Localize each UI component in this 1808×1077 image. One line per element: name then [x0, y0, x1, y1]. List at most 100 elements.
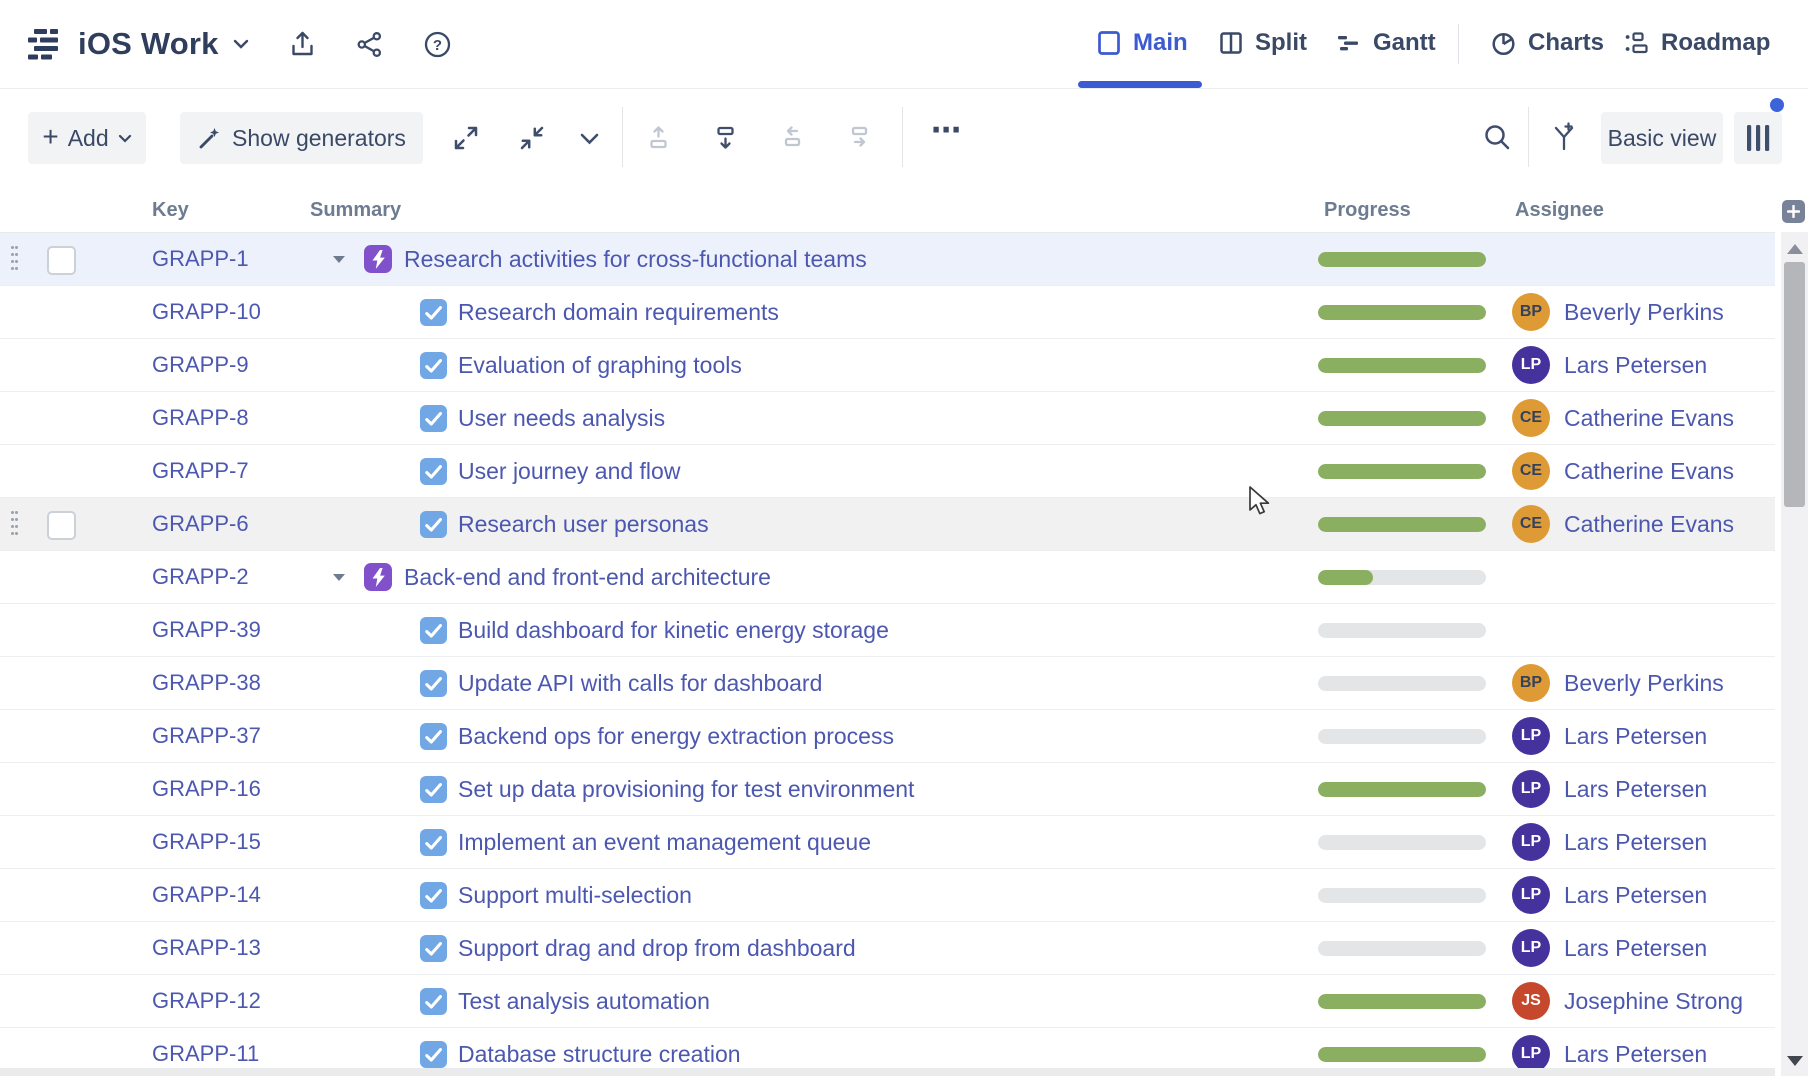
assignee-avatar[interactable]: LP [1512, 876, 1550, 914]
vertical-scrollbar-thumb[interactable] [1784, 262, 1805, 507]
assignee-avatar[interactable]: BP [1512, 664, 1550, 702]
task-status-checkbox[interactable] [420, 723, 447, 750]
assignee-name[interactable]: Lars Petersen [1564, 816, 1707, 868]
issue-key[interactable]: GRAPP-15 [152, 816, 261, 868]
assignee-avatar[interactable]: BP [1512, 293, 1550, 331]
task-status-checkbox[interactable] [420, 670, 447, 697]
task-status-checkbox[interactable] [420, 935, 447, 962]
collapse-chevron-icon[interactable] [332, 255, 346, 264]
scroll-down-arrow-icon[interactable] [1787, 1056, 1803, 1066]
help-icon[interactable]: ? [423, 30, 452, 59]
move-out-icon[interactable] [779, 124, 806, 151]
tab-gantt[interactable]: Gantt [1336, 0, 1436, 86]
assignee-avatar[interactable]: LP [1512, 929, 1550, 967]
task-status-checkbox[interactable] [420, 882, 447, 909]
assignee-name[interactable]: Catherine Evans [1564, 392, 1734, 444]
basic-view-button[interactable]: Basic view [1601, 112, 1723, 164]
issue-key[interactable]: GRAPP-14 [152, 869, 261, 921]
table-row[interactable]: GRAPP-39 Build dashboard for kinetic ener… [0, 604, 1775, 657]
issue-key[interactable]: GRAPP-9 [152, 339, 249, 391]
column-header-progress[interactable]: Progress [1324, 188, 1411, 232]
more-actions-button[interactable]: ⋯ [922, 113, 972, 148]
drag-handle-icon[interactable] [11, 511, 23, 538]
horizontal-scrollbar[interactable] [0, 1068, 1775, 1076]
assignee-name[interactable]: Beverly Perkins [1564, 286, 1724, 338]
issue-summary[interactable]: Update API with calls for dashboard [458, 657, 822, 709]
move-down-icon[interactable] [712, 124, 739, 151]
issue-summary[interactable]: Evaluation of graphing tools [458, 339, 742, 391]
issue-summary[interactable]: Support drag and drop from dashboard [458, 922, 856, 974]
table-row[interactable]: GRAPP-8User needs analysisCECatherine Ev… [0, 392, 1775, 445]
tab-split[interactable]: Split [1218, 0, 1307, 86]
show-generators-button[interactable]: Show generators [180, 112, 423, 164]
issue-summary[interactable]: Test analysis automation [458, 975, 710, 1027]
issue-key[interactable]: GRAPP-38 [152, 657, 261, 709]
structure-title[interactable]: iOS Work [78, 26, 219, 62]
collapse-chevron-icon[interactable] [332, 573, 346, 582]
assignee-name[interactable]: Lars Petersen [1564, 763, 1707, 815]
issue-summary[interactable]: Research user personas [458, 498, 709, 550]
assignee-avatar[interactable]: CE [1512, 399, 1550, 437]
tab-main[interactable]: Main [1096, 0, 1188, 86]
scroll-up-arrow-icon[interactable] [1787, 244, 1803, 254]
assignee-avatar[interactable]: LP [1512, 770, 1550, 808]
assignee-avatar[interactable]: LP [1512, 717, 1550, 755]
issue-key[interactable]: GRAPP-13 [152, 922, 261, 974]
assignee-avatar[interactable]: CE [1512, 452, 1550, 490]
issue-summary[interactable]: Research domain requirements [458, 286, 779, 338]
assignee-name[interactable]: Beverly Perkins [1564, 657, 1724, 709]
tab-charts[interactable]: Charts [1490, 0, 1604, 86]
column-header-assignee[interactable]: Assignee [1515, 188, 1604, 232]
filter-icon[interactable] [1550, 122, 1578, 152]
issue-summary[interactable]: Build dashboard for kinetic energy stora… [458, 604, 889, 656]
issue-key[interactable]: GRAPP-1 [152, 233, 249, 285]
move-up-icon[interactable] [645, 124, 672, 151]
table-row[interactable]: GRAPP-1 Research activities for cross-fun… [0, 233, 1775, 286]
structure-switcher-chevron-icon[interactable] [233, 39, 249, 49]
table-row[interactable]: GRAPP-16 Set up data provisioning for tes… [0, 763, 1775, 816]
assignee-name[interactable]: Lars Petersen [1564, 869, 1707, 921]
issue-summary[interactable]: Backend ops for energy extraction proces… [458, 710, 894, 762]
task-status-checkbox[interactable] [420, 829, 447, 856]
issue-key[interactable]: GRAPP-2 [152, 551, 249, 603]
task-status-checkbox[interactable] [420, 458, 447, 485]
issue-summary[interactable]: Research activities for cross-functional… [404, 233, 867, 285]
assignee-name[interactable]: Lars Petersen [1564, 339, 1707, 391]
issue-key[interactable]: GRAPP-37 [152, 710, 261, 762]
export-icon[interactable] [289, 30, 316, 59]
expand-menu-chevron-icon[interactable] [580, 133, 599, 145]
task-status-checkbox[interactable] [420, 617, 447, 644]
assignee-name[interactable]: Josephine Strong [1564, 975, 1743, 1027]
assignee-name[interactable]: Catherine Evans [1564, 498, 1734, 550]
table-row[interactable]: GRAPP-12Test analysis automationJSJoseph… [0, 975, 1775, 1028]
task-status-checkbox[interactable] [420, 1041, 447, 1068]
move-in-icon[interactable] [846, 124, 873, 151]
issue-key[interactable]: GRAPP-12 [152, 975, 261, 1027]
task-status-checkbox[interactable] [420, 405, 447, 432]
issue-key[interactable]: GRAPP-6 [152, 498, 249, 550]
task-status-checkbox[interactable] [420, 299, 447, 326]
table-row[interactable]: GRAPP-9 Evaluation of graphing tools LP Lar… [0, 339, 1775, 392]
table-row[interactable]: GRAPP-38 Update API with calls for dashbo… [0, 657, 1775, 710]
row-select-checkbox[interactable] [47, 246, 76, 275]
task-status-checkbox[interactable] [420, 352, 447, 379]
issue-key[interactable]: GRAPP-16 [152, 763, 261, 815]
table-row[interactable]: GRAPP-37 Backend ops for energy extractio… [0, 710, 1775, 763]
assignee-name[interactable]: Lars Petersen [1564, 922, 1707, 974]
table-row[interactable]: GRAPP-13 Support drag and drop from dashb… [0, 922, 1775, 975]
table-row[interactable]: GRAPP-15Implement an event management qu… [0, 816, 1775, 869]
add-button[interactable]: + Add [28, 112, 146, 164]
search-icon[interactable] [1482, 122, 1512, 152]
issue-key[interactable]: GRAPP-39 [152, 604, 261, 656]
assignee-avatar[interactable]: LP [1512, 346, 1550, 384]
tab-roadmap[interactable]: Roadmap [1624, 0, 1770, 86]
issue-key[interactable]: GRAPP-8 [152, 392, 249, 444]
table-row[interactable]: GRAPP-2Back-end and front-end architectu… [0, 551, 1775, 604]
table-row[interactable]: GRAPP-10Research domain requirementsBPBe… [0, 286, 1775, 339]
row-select-checkbox[interactable] [47, 511, 76, 540]
assignee-avatar[interactable]: CE [1512, 505, 1550, 543]
issue-summary[interactable]: Support multi-selection [458, 869, 692, 921]
assignee-name[interactable]: Catherine Evans [1564, 445, 1734, 497]
issue-summary[interactable]: Set up data provisioning for test enviro… [458, 763, 914, 815]
task-status-checkbox[interactable] [420, 511, 447, 538]
